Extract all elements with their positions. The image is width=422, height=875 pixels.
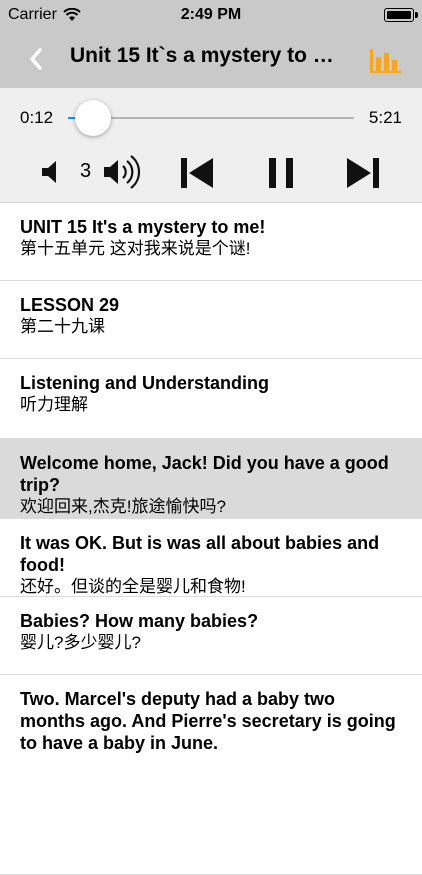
transcript-chinese: 还好。但谈的全是婴儿和食物!: [20, 577, 246, 596]
transcript-english: UNIT 15 It's a mystery to me!: [20, 217, 266, 237]
battery-icon: [384, 8, 418, 22]
chevron-left-icon[interactable]: [22, 44, 52, 74]
transcript-english: Babies? How many babies?: [20, 611, 259, 631]
transcript-chinese: 听力理解: [20, 395, 88, 414]
transcript-english: Listening and Understanding: [20, 373, 270, 393]
skip-previous-icon[interactable]: [178, 154, 216, 192]
volume-low-icon[interactable]: [40, 158, 64, 186]
transcript-item[interactable]: LESSON 29 第二十九课: [0, 281, 422, 359]
current-time: 0:12: [20, 108, 54, 127]
total-time: 5:21: [368, 108, 402, 127]
progress-slider[interactable]: [68, 117, 354, 119]
volume-level: 3: [80, 160, 92, 182]
transcript-chinese: 欢迎回来,杰克!旅途愉快吗?: [20, 497, 226, 516]
page-title: Unit 15 It`s a mystery to me!: [70, 44, 345, 67]
transcript-item[interactable]: Babies? How many babies? 婴儿?多少婴儿?: [0, 597, 422, 675]
skip-next-icon[interactable]: [344, 154, 382, 192]
transcript-english: Welcome home, Jack! Did you have a good …: [20, 453, 389, 495]
transcript-item[interactable]: It was OK. But is was all about babies a…: [0, 519, 422, 597]
status-time: 2:49 PM: [180, 6, 242, 23]
transcript-english: LESSON 29: [20, 295, 120, 315]
transcript-item[interactable]: UNIT 15 It's a mystery to me! 第十五单元 这对我来说…: [0, 203, 422, 281]
equalizer-icon[interactable]: [370, 45, 402, 73]
audio-player: 0:12 5:21 3: [0, 88, 422, 203]
pause-icon[interactable]: [263, 154, 299, 192]
transcript-item[interactable]: Listening and Understanding 听力理解: [0, 359, 422, 439]
transcript-list: UNIT 15 It's a mystery to me! 第十五单元 这对我来说…: [0, 203, 422, 875]
transcript-english: It was OK. But is was all about babies a…: [20, 533, 380, 575]
transcript-item[interactable]: Two. Marcel's deputy had a baby two mont…: [0, 675, 422, 875]
transcript-item[interactable]: Welcome home, Jack! Did you have a good …: [0, 439, 422, 519]
status-bar: Carrier 2:49 PM: [0, 0, 422, 30]
transcript-chinese: 第十五单元 这对我来说是个谜!: [20, 239, 251, 258]
transcript-chinese: 婴儿?多少婴儿?: [20, 633, 141, 652]
volume-high-icon[interactable]: [102, 154, 144, 190]
nav-bar: Unit 15 It`s a mystery to me!: [0, 30, 422, 88]
transcript-english: Two. Marcel's deputy had a baby two mont…: [20, 689, 396, 753]
transcript-chinese: 第二十九课: [20, 317, 105, 336]
progress-thumb[interactable]: [74, 100, 111, 136]
